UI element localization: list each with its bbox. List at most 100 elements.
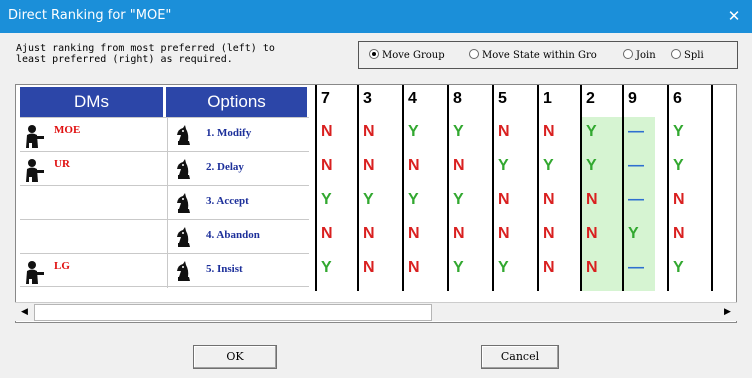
option-cell[interactable]: 5. Insist: [168, 254, 309, 288]
state-column-separator: [711, 85, 713, 291]
state-column-separator: [402, 85, 404, 291]
state-value-cell: N: [498, 225, 510, 242]
option-cell[interactable]: 1. Modify: [168, 118, 309, 152]
state-value-cell: N: [408, 157, 420, 174]
option-cell[interactable]: 3. Accept: [168, 186, 309, 220]
grid-row: 3. Accept: [20, 185, 309, 220]
state-header[interactable]: 3: [359, 87, 388, 115]
state-value-cell: N: [543, 225, 555, 242]
dm-name: MOE: [54, 124, 81, 136]
grid-row: LG 5. Insist: [20, 253, 309, 288]
state-column-separator: [357, 85, 359, 291]
state-header[interactable]: 7: [317, 87, 346, 115]
state-value-cell: Y: [673, 123, 684, 140]
radio-selected-icon: [369, 49, 379, 59]
state-value-cell: N: [586, 191, 598, 208]
move-state-radio[interactable]: Move State within Gro: [469, 49, 597, 61]
join-radio[interactable]: Join: [623, 49, 656, 61]
grid-row: MOE 1. Modify: [20, 117, 309, 152]
grid-row: UR 2. Delay: [20, 151, 309, 186]
close-icon[interactable]: ✕: [716, 0, 752, 33]
state-header[interactable]: 1: [539, 87, 568, 115]
dm-name: LG: [54, 260, 70, 272]
state-value-cell: Y: [321, 191, 332, 208]
state-value-cell: N: [363, 259, 375, 276]
state-value-cell: N: [408, 225, 420, 242]
state-value-cell: Y: [453, 259, 464, 276]
state-value-cell: Y: [586, 157, 597, 174]
state-value-cell: N: [453, 225, 465, 242]
state-column-separator: [667, 85, 669, 291]
state-value-cell: Y: [628, 225, 639, 242]
state-value-cell: Y: [673, 157, 684, 174]
state-header[interactable]: 5: [494, 87, 523, 115]
instruction-text: Ajust ranking from most preferred (left)…: [16, 43, 275, 65]
move-group-radio[interactable]: Move Group: [369, 49, 445, 61]
state-column-separator: [537, 85, 539, 291]
state-value-cell: Y: [363, 191, 374, 208]
ranking-grid: DMs Options 7 3 4 8 5 1 2 9 6 N N Y Y N N Y — Y N N N N Y Y Y — Y Y…: [15, 84, 737, 323]
state-column-separator: [315, 85, 317, 291]
state-value-cell: —: [628, 157, 644, 174]
state-value-cell: N: [363, 225, 375, 242]
person-icon: [26, 159, 44, 182]
chess-knight-icon: [177, 193, 190, 213]
state-value-cell: Y: [453, 191, 464, 208]
split-radio[interactable]: Spli: [671, 49, 704, 61]
state-header[interactable]: 4: [404, 87, 433, 115]
state-column-separator: [580, 85, 582, 291]
state-value-cell: N: [321, 157, 333, 174]
move-group-label: Move Group: [382, 50, 445, 61]
scroll-left-icon[interactable]: ◀: [16, 304, 33, 321]
option-cell[interactable]: 4. Abandon: [168, 220, 309, 254]
state-value-cell: Y: [543, 157, 554, 174]
state-value-cell: N: [673, 191, 685, 208]
dms-header: DMs: [20, 87, 163, 117]
option-label: 5. Insist: [206, 263, 243, 275]
state-value-cell: —: [628, 191, 644, 208]
person-icon: [26, 261, 44, 284]
state-column-separator: [622, 85, 624, 291]
state-header[interactable]: 8: [449, 87, 478, 115]
cancel-button[interactable]: Cancel: [481, 345, 559, 369]
state-value-cell: N: [321, 225, 333, 242]
option-label: 3. Accept: [206, 195, 249, 207]
ok-button[interactable]: OK: [193, 345, 277, 369]
mode-radio-group: Move Group Move State within Gro Join Sp…: [358, 41, 738, 69]
state-header[interactable]: 6: [669, 87, 698, 115]
state-value-cell: N: [586, 259, 598, 276]
dm-name: UR: [54, 158, 70, 170]
scroll-right-icon[interactable]: ▶: [719, 304, 736, 321]
state-value-cell: N: [408, 259, 420, 276]
chess-knight-icon: [177, 125, 190, 145]
state-value-cell: —: [628, 259, 644, 276]
state-value-cell: Y: [408, 123, 419, 140]
radio-icon: [469, 49, 479, 59]
dm-cell: [20, 220, 165, 254]
state-header[interactable]: 2: [582, 87, 611, 115]
dm-cell: LG: [20, 254, 165, 288]
state-column-separator: [447, 85, 449, 291]
chess-knight-icon: [177, 261, 190, 281]
state-value-cell: N: [586, 225, 598, 242]
dm-cell: UR: [20, 152, 165, 186]
dm-cell: MOE: [20, 118, 165, 152]
window-title: Direct Ranking for "MOE": [8, 8, 172, 23]
state-value-cell: Y: [321, 259, 332, 276]
option-cell[interactable]: 2. Delay: [168, 152, 309, 186]
state-value-cell: N: [498, 191, 510, 208]
state-header[interactable]: 9: [624, 87, 653, 115]
state-value-cell: N: [498, 123, 510, 140]
options-header: Options: [166, 87, 307, 117]
state-value-cell: Y: [498, 157, 509, 174]
state-value-cell: N: [363, 157, 375, 174]
option-label: 2. Delay: [206, 161, 244, 173]
option-label: 1. Modify: [206, 127, 252, 139]
split-label: Spli: [684, 50, 704, 61]
scroll-thumb[interactable]: [34, 304, 432, 321]
horizontal-scrollbar[interactable]: ◀ ▶: [15, 302, 737, 321]
state-value-cell: Y: [498, 259, 509, 276]
state-value-cell: N: [673, 225, 685, 242]
state-value-cell: N: [321, 123, 333, 140]
option-label: 4. Abandon: [206, 229, 260, 241]
